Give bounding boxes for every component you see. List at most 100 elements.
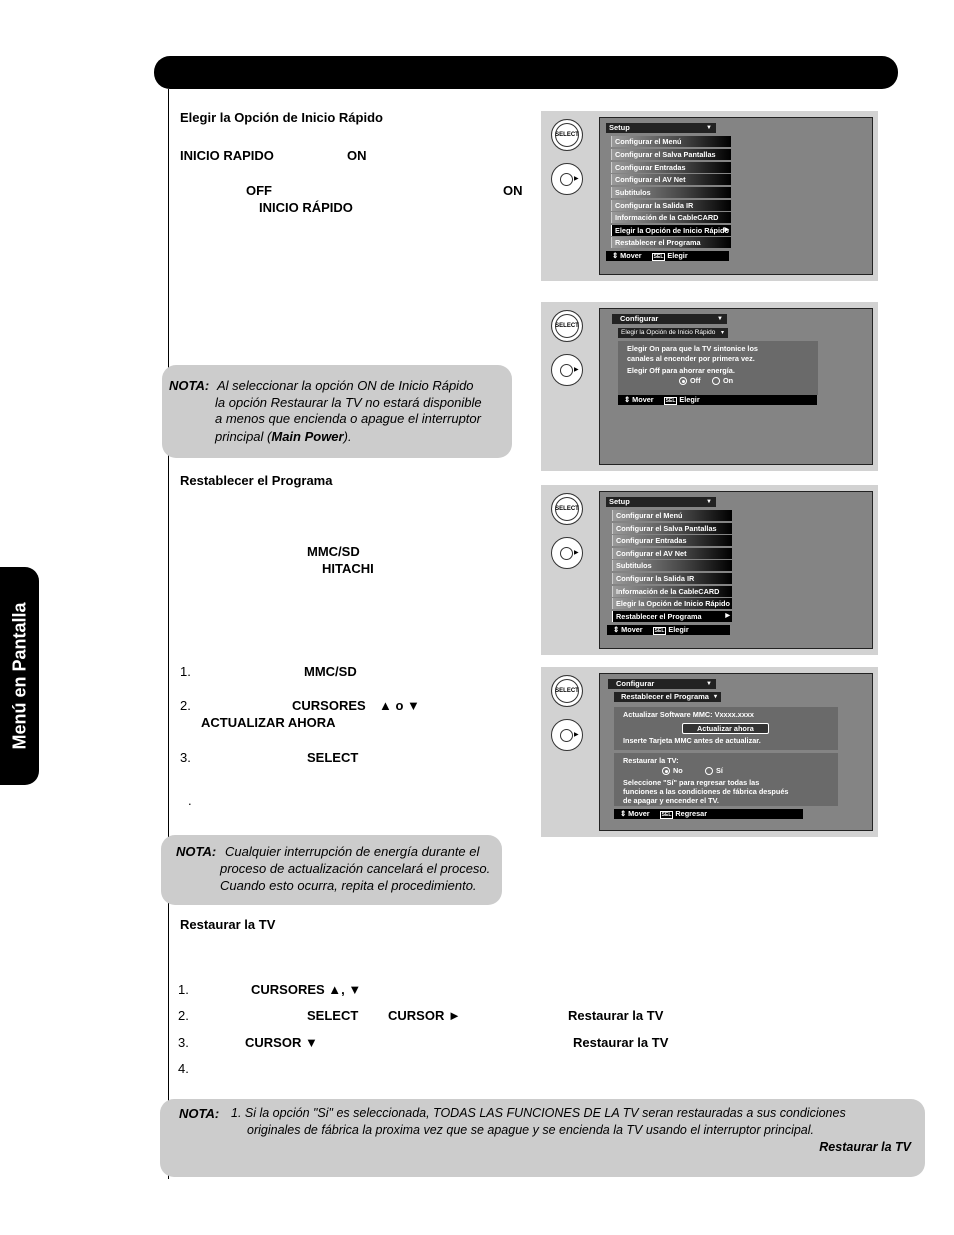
note-label: NOTA:: [169, 378, 210, 393]
note-text: principal (Main Power).: [215, 429, 352, 444]
menu-item[interactable]: Configurar Entradas: [611, 162, 731, 173]
radio-empty-icon: [712, 377, 720, 386]
menu-title: Setup ▼: [606, 497, 716, 507]
dialog-text: Seleccione "Sí" para regresar todas las: [623, 778, 760, 787]
text-inicio-rapido: INICIO RAPIDO: [180, 148, 274, 163]
step-text: CURSOR ▼: [245, 1035, 318, 1050]
menu-item[interactable]: Configurar el AV Net: [612, 548, 732, 559]
radio-off[interactable]: Off: [679, 376, 701, 386]
dialog-text: canales al encender por primera vez.: [627, 354, 755, 363]
dialog-text: de apagar y encender el TV.: [623, 796, 719, 805]
menu-item[interactable]: Información de la CableCARD: [612, 586, 732, 597]
sel-key-icon: SEL: [659, 811, 674, 819]
dialog-text: Elegir Off para ahorrar energía.: [627, 366, 735, 375]
text-inicio-rapido-2: INICIO RÁPIDO: [259, 200, 353, 215]
radio-selected-icon: [679, 377, 687, 386]
radio-no[interactable]: No: [662, 766, 683, 776]
step-text: CURSOR ►: [388, 1008, 461, 1023]
dialog-text: Restaurar la TV:: [623, 756, 679, 765]
step-number: 1.: [178, 982, 189, 997]
menu-title: Setup ▼: [606, 123, 716, 133]
menu-item[interactable]: Configurar el Menú: [611, 136, 731, 147]
step-number: 3.: [180, 750, 191, 765]
menu-subtitle: Restablecer el Programa ▾: [614, 692, 721, 702]
cursor-pad-icon: ▶: [551, 719, 583, 751]
select-button-icon: SELECT: [551, 310, 583, 342]
menu-item[interactable]: Restablecer el Programa: [611, 237, 731, 248]
text-on: ON: [347, 148, 367, 163]
arrow-right-icon: ▶: [725, 613, 730, 619]
dialog-quick-start: Elegir On para que la TV sintonice los c…: [618, 341, 818, 395]
tv-screenshot-quick-start-options: SELECT ▶ Configurar ▼ Elegir la Opción de…: [541, 302, 878, 471]
side-tab-label: Menú en Pantalla: [9, 602, 29, 750]
dialog-text: funciones a las condiciones de fábrica d…: [623, 787, 789, 796]
step-text: MMC/SD: [304, 664, 357, 679]
note-text: proceso de actualización cancelará el pr…: [220, 861, 491, 876]
menu-item[interactable]: Configurar el Salva Pantallas: [611, 149, 731, 160]
page-header-bar: [154, 56, 898, 89]
menu-footer: ⇕ Mover SEL Elegir: [618, 395, 817, 405]
menu-title: Configurar ▼: [608, 679, 716, 689]
section-heading-restore-tv: Restaurar la TV: [180, 917, 276, 932]
menu-item[interactable]: Subtitulos: [612, 560, 732, 571]
menu-item[interactable]: Configurar el AV Net: [611, 174, 731, 185]
menu-item[interactable]: Configurar la Salida IR: [612, 573, 732, 584]
note-text: Al seleccionar la opción ON de Inicio Rá…: [217, 378, 474, 393]
dialog-software-update: Actualizar Software MMC: Vxxxx.xxxx Actu…: [614, 707, 838, 750]
tv-screenshot-setup-quick-start: SELECT ▶ Setup ▼ Configurar el Menú Confi…: [541, 111, 878, 281]
update-now-button[interactable]: Actualizar ahora: [682, 723, 769, 734]
note-text: Cualquier interrupción de energía durant…: [225, 844, 480, 859]
text-hitachi: HITACHI: [322, 561, 374, 576]
menu-item[interactable]: Subtitulos: [611, 187, 731, 198]
menu-item[interactable]: Configurar Entradas: [612, 535, 732, 546]
tv-screen: Setup ▼ Configurar el Menú Configurar el …: [599, 117, 873, 275]
section-heading-reset-program: Restablecer el Programa: [180, 473, 333, 488]
menu-item[interactable]: Configurar el Salva Pantallas: [612, 523, 732, 534]
side-tab: Menú en Pantalla: [0, 567, 39, 785]
step-text: SELECT: [307, 750, 359, 765]
sel-key-icon: SEL: [663, 397, 678, 405]
menu-title: Configurar ▼: [612, 314, 727, 324]
note-box-quick-start: NOTA: Al seleccionar la opción ON de Ini…: [162, 365, 512, 458]
menu-item[interactable]: Información de la CableCARD: [611, 212, 731, 223]
text-off: OFF: [246, 183, 272, 198]
menu-item-selected[interactable]: Elegir la Opción de Inicio Rápido ▶: [611, 225, 731, 236]
sel-key-icon: SEL: [651, 253, 666, 261]
step-text: SELECT: [307, 1008, 359, 1023]
menu-footer: ⇕ Mover SEL Regresar: [614, 809, 803, 819]
section-heading-quick-start: Elegir la Opción de Inicio Rápido: [180, 110, 383, 125]
margin-rule: [168, 89, 169, 1179]
step-text: CURSORES: [292, 698, 366, 713]
note-box-restore: NOTA: 1. Si la opción "Si" es selecciona…: [160, 1099, 925, 1177]
radio-selected-icon: [662, 767, 670, 776]
radio-si[interactable]: Sí: [705, 766, 723, 776]
radio-on[interactable]: On: [712, 376, 733, 386]
dialog-text: Inserte Tarjeta MMC antes de actualizar.: [623, 736, 761, 745]
step-text: Restaurar la TV: [568, 1008, 664, 1023]
note-text: la opción Restaurar la TV no estará disp…: [215, 395, 482, 410]
cursor-pad-icon: ▶: [551, 354, 583, 386]
note-text: a menos que encienda o apague el interru…: [215, 411, 481, 426]
step-number: 1.: [180, 664, 191, 679]
note-label: NOTA:: [179, 1106, 220, 1121]
note-text: 1. Si la opción "Si" es seleccionada, TO…: [231, 1106, 846, 1120]
tv-screenshot-setup-reset: SELECT ▶ Setup ▼ Configurar el Menú Confi…: [541, 485, 878, 655]
note-box-update: NOTA: Cualquier interrupción de energía …: [161, 835, 502, 905]
dialog-text: Elegir On para que la TV sintonice los: [627, 344, 758, 353]
sel-key-icon: SEL: [652, 627, 667, 635]
menu-item[interactable]: Configurar la Salida IR: [611, 200, 731, 211]
note-text: originales de fábrica la proxima vez que…: [247, 1123, 814, 1137]
menu-item[interactable]: Elegir la Opción de Inicio Rápido: [612, 598, 732, 609]
cursor-pad-icon: ▶: [551, 163, 583, 195]
menu-item-selected[interactable]: Restablecer el Programa ▶: [612, 611, 732, 622]
cursor-pad-icon: ▶: [551, 537, 583, 569]
dialog-restore-tv: Restaurar la TV: No Sí Seleccione "Sí" p…: [614, 753, 838, 806]
text-mmc-sd: MMC/SD: [307, 544, 360, 559]
tv-screen: Configurar ▼ Restablecer el Programa ▾ Act…: [599, 673, 873, 831]
step-number: 3.: [178, 1035, 189, 1050]
menu-item[interactable]: Configurar el Menú: [612, 510, 732, 521]
radio-empty-icon: [705, 767, 713, 776]
select-button-icon: SELECT: [551, 493, 583, 525]
note-text: Restaurar la TV: [819, 1140, 911, 1154]
dropdown-icon: ▼: [706, 125, 712, 131]
